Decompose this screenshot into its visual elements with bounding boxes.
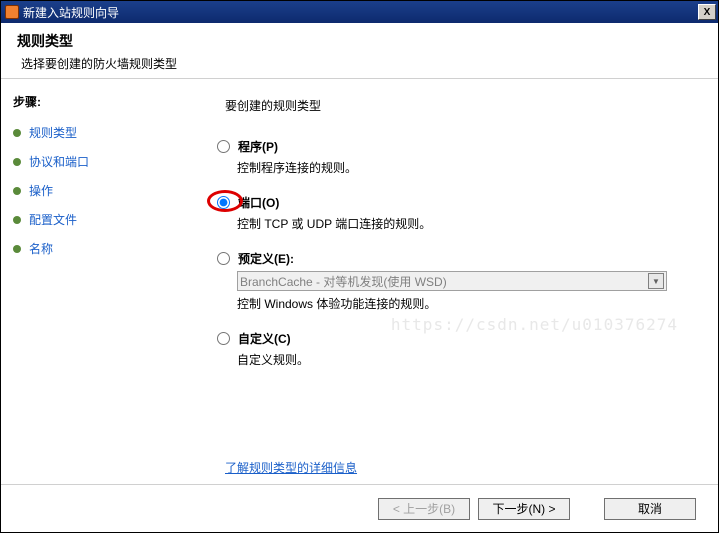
radio-predefined-row: 预定义(E): (217, 250, 682, 267)
radio-custom-desc: 自定义规则。 (237, 351, 682, 368)
back-button[interactable]: < 上一步(B) (378, 498, 470, 520)
footer: < 上一步(B) 下一步(N) > 取消 (1, 484, 718, 532)
page-subtitle: 选择要创建的防火墙规则类型 (21, 55, 702, 72)
radio-program[interactable] (217, 140, 230, 153)
learn-more-link[interactable]: 了解规则类型的详细信息 (225, 459, 357, 476)
step-action[interactable]: 操作 (13, 182, 177, 199)
radio-port-row: 端口(O) (217, 194, 682, 211)
step-label: 名称 (29, 240, 53, 257)
content: 要创建的规则类型 程序(P) 控制程序连接的规则。 端口(O) 控制 TCP 或… (189, 79, 718, 490)
step-name[interactable]: 名称 (13, 240, 177, 257)
cancel-button[interactable]: 取消 (604, 498, 696, 520)
steps-heading: 步骤: (13, 93, 177, 110)
app-icon (5, 5, 19, 19)
window-title: 新建入站规则向导 (23, 4, 698, 21)
header: 规则类型 选择要创建的防火墙规则类型 (1, 23, 718, 79)
step-profile[interactable]: 配置文件 (13, 211, 177, 228)
step-label: 配置文件 (29, 211, 77, 228)
radio-program-label: 程序(P) (238, 138, 278, 155)
step-label: 协议和端口 (29, 153, 89, 170)
titlebar: 新建入站规则向导 X (1, 1, 718, 23)
dropdown-value: BranchCache - 对等机发现(使用 WSD) (240, 273, 447, 290)
watermark: https://csdn.net/u010376274 (391, 315, 678, 334)
radio-predefined-desc: 控制 Windows 体验功能连接的规则。 (237, 295, 682, 312)
sidebar: 步骤: 规则类型 协议和端口 操作 配置文件 名称 (1, 79, 189, 490)
radio-port[interactable] (217, 196, 230, 209)
step-label: 操作 (29, 182, 53, 199)
page-title: 规则类型 (17, 31, 702, 51)
content-prompt: 要创建的规则类型 (225, 97, 682, 114)
radio-program-row: 程序(P) (217, 138, 682, 155)
radio-port-label: 端口(O) (238, 194, 279, 211)
next-button[interactable]: 下一步(N) > (478, 498, 570, 520)
step-rule-type[interactable]: 规则类型 (13, 124, 177, 141)
radio-predefined-label: 预定义(E): (238, 250, 294, 267)
bullet-icon (13, 129, 21, 137)
bullet-icon (13, 187, 21, 195)
predefined-dropdown[interactable]: BranchCache - 对等机发现(使用 WSD) ▼ (237, 271, 667, 291)
bullet-icon (13, 158, 21, 166)
step-label: 规则类型 (29, 124, 77, 141)
radio-predefined[interactable] (217, 252, 230, 265)
step-protocol-port[interactable]: 协议和端口 (13, 153, 177, 170)
radio-custom[interactable] (217, 332, 230, 345)
radio-custom-label: 自定义(C) (238, 330, 291, 347)
bullet-icon (13, 216, 21, 224)
radio-program-desc: 控制程序连接的规则。 (237, 159, 682, 176)
wizard-window: 新建入站规则向导 X 规则类型 选择要创建的防火墙规则类型 步骤: 规则类型 协… (0, 0, 719, 533)
bullet-icon (13, 245, 21, 253)
chevron-down-icon: ▼ (648, 273, 664, 289)
close-icon[interactable]: X (698, 4, 716, 20)
radio-port-desc: 控制 TCP 或 UDP 端口连接的规则。 (237, 215, 682, 232)
body: 步骤: 规则类型 协议和端口 操作 配置文件 名称 要创 (1, 79, 718, 490)
